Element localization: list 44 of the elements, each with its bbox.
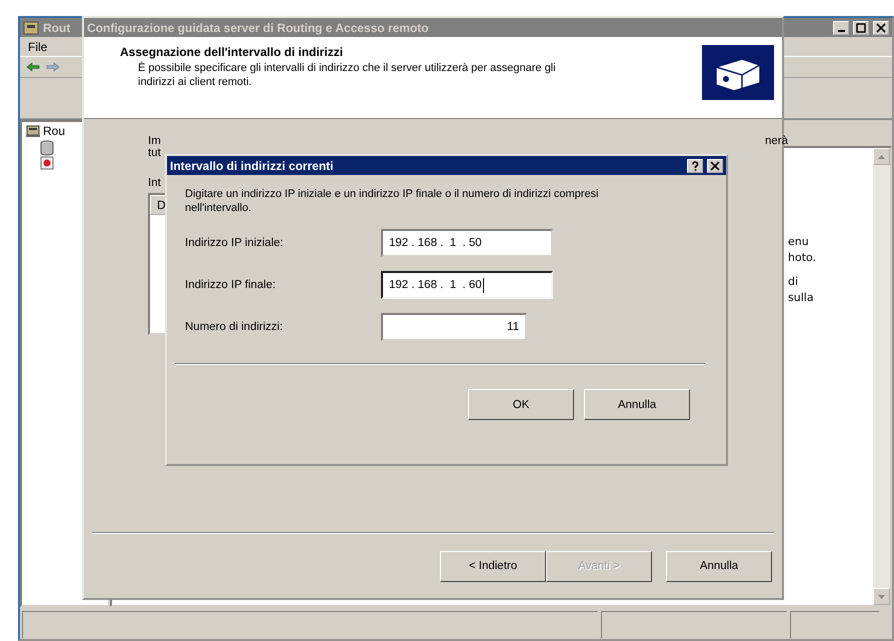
wizard-subtitle: È possibile specificare gli intervalli di indirizzo che il server utilizzerà per assegnare gli indirizzi ai client remoti.: [137, 61, 557, 89]
forward-arrow-icon: [46, 62, 60, 72]
database-icon: [40, 140, 54, 156]
scroll-down-icon: [878, 594, 885, 598]
field-label: Numero di indirizzi:: [185, 321, 284, 333]
maximize-icon: [856, 22, 866, 32]
help-button[interactable]: [687, 158, 703, 172]
dialog-description: Digitare un indirizzo IP iniziale e un indirizzo IP finale o il numero di indirizzi compresi nell'intervallo.: [185, 187, 600, 215]
ip-address-field[interactable]: 192 . 168 . 1 . 60: [381, 271, 553, 299]
text-fragment: enu: [788, 234, 810, 250]
wizard-button[interactable]: < Indietro: [440, 550, 546, 582]
field-label: Indirizzo IP iniziale:: [185, 237, 284, 249]
intro-text: nerà: [764, 135, 788, 147]
server-icon: [26, 124, 40, 138]
intro-text: tut: [148, 147, 162, 159]
menu-item[interactable]: File: [26, 40, 50, 54]
number-field[interactable]: 11: [381, 313, 527, 341]
text-cursor: [482, 278, 484, 292]
network-card-icon: [702, 45, 774, 100]
wizard-button[interactable]: Annulla: [666, 550, 772, 582]
wizard-heading: Assegnazione dell'intervallo di indirizzi: [120, 45, 344, 59]
back-arrow-icon: [26, 62, 40, 72]
close-icon: [710, 160, 720, 170]
help-icon: [690, 160, 700, 170]
server-icon: [23, 20, 39, 34]
close-button[interactable]: [707, 158, 723, 172]
scrollbar[interactable]: [873, 148, 890, 605]
intro-text: Im: [148, 135, 161, 147]
text-fragment: di: [788, 274, 800, 290]
window-title: Configurazione guidata server di Routing e Accesso remoto: [87, 20, 429, 34]
tree-item[interactable]: Rou: [43, 124, 66, 138]
scroll-up-icon: [878, 154, 885, 158]
list-label: Int: [148, 177, 162, 189]
text-fragment: hoto.: [788, 250, 818, 266]
close-icon: [876, 22, 886, 32]
dialog-button[interactable]: OK: [468, 389, 574, 420]
dialog-button[interactable]: Annulla: [584, 389, 690, 420]
window-title: Intervallo di indirizzi correnti: [170, 158, 334, 172]
ip-address-field[interactable]: 192 . 168 . 1 . 50: [381, 229, 553, 257]
record-icon: [40, 156, 54, 170]
text-fragment: sulla: [788, 290, 815, 306]
minimize-icon: [838, 30, 844, 32]
window-title: Rout: [43, 20, 70, 34]
field-label: Indirizzo IP finale:: [185, 279, 277, 291]
